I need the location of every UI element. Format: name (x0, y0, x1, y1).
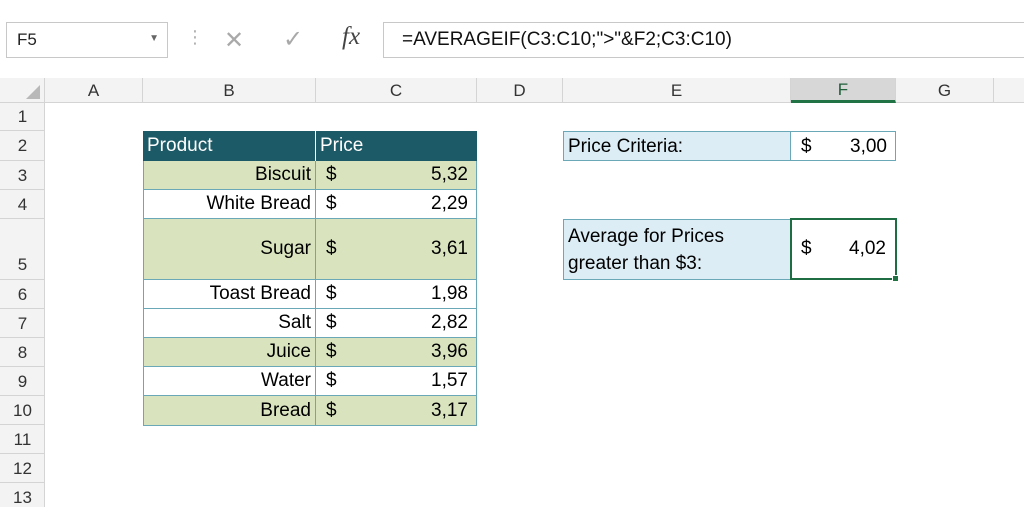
product-name: Bread (260, 400, 311, 421)
row-header-6[interactable]: 6 (0, 280, 45, 309)
price-cell[interactable]: $5,32 (316, 161, 477, 190)
currency-symbol: $ (326, 164, 337, 185)
price-criteria-cell[interactable]: $ 3,00 (790, 131, 896, 161)
cancel-icon[interactable]: ✕ (224, 26, 244, 55)
product-cell[interactable]: Juice (143, 338, 316, 367)
product-cell[interactable]: Toast Bread (143, 280, 316, 309)
formula-text: =AVERAGEIF(C3:C10;">"&F2;C3:C10) (402, 29, 732, 50)
currency-symbol: $ (326, 283, 337, 304)
price-value: 5,32 (431, 164, 468, 185)
product-name: Salt (278, 312, 311, 333)
column-header-a[interactable]: A (45, 78, 143, 103)
select-all-button[interactable] (0, 78, 45, 103)
price-cell[interactable]: $3,61 (316, 219, 477, 280)
column-header-g[interactable]: G (896, 78, 994, 103)
column-header-c[interactable]: C (316, 78, 477, 103)
column-headers: A B C D E F G (0, 78, 1024, 103)
product-name: Juice (266, 341, 311, 362)
product-name: Sugar (260, 238, 311, 259)
grip-icon: ⋮ (186, 27, 204, 47)
row-header-1[interactable]: 1 (0, 103, 45, 131)
price-cell[interactable]: $1,57 (316, 367, 477, 396)
price-value: 3,96 (431, 341, 468, 362)
table-header-product[interactable]: Product (143, 131, 316, 161)
price-value: 3,17 (431, 400, 468, 421)
product-cell[interactable]: Water (143, 367, 316, 396)
currency-symbol: $ (326, 370, 337, 391)
row-header-5[interactable]: 5 (0, 219, 45, 280)
product-name: Biscuit (255, 164, 311, 185)
product-name: White Bread (206, 193, 311, 214)
product-cell[interactable]: Bread (143, 396, 316, 426)
row-header-3[interactable]: 3 (0, 161, 45, 190)
currency-symbol: $ (326, 238, 337, 259)
currency-symbol: $ (326, 312, 337, 333)
name-box[interactable]: F5 ▼ (6, 22, 168, 58)
price-criteria-value: 3,00 (850, 136, 887, 157)
product-name: Water (261, 370, 311, 391)
formula-bar: F5 ▼ ⋮ ✕ ✓ fx =AVERAGEIF(C3:C10;">"&F2;C… (0, 0, 1024, 78)
price-cell[interactable]: $2,82 (316, 309, 477, 338)
currency-symbol: $ (801, 136, 812, 157)
enter-icon[interactable]: ✓ (283, 25, 303, 54)
currency-symbol: $ (326, 193, 337, 214)
function-icon[interactable]: fx (342, 23, 360, 51)
row-header-2[interactable]: 2 (0, 131, 45, 161)
row-header-8[interactable]: 8 (0, 338, 45, 367)
row-header-12[interactable]: 12 (0, 454, 45, 483)
product-cell[interactable]: Sugar (143, 219, 316, 280)
row-header-13[interactable]: 13 (0, 483, 45, 507)
row-header-7[interactable]: 7 (0, 309, 45, 338)
price-value: 2,29 (431, 193, 468, 214)
row-header-4[interactable]: 4 (0, 190, 45, 219)
row-header-11[interactable]: 11 (0, 425, 45, 454)
price-value: 1,98 (431, 283, 468, 304)
currency-symbol: $ (801, 238, 812, 259)
price-value: 2,82 (431, 312, 468, 333)
average-label-line1: Average for Prices (568, 226, 724, 247)
average-label-line2: greater than $3: (568, 253, 703, 274)
row-headers: 1 2 3 4 5 6 7 8 9 10 11 12 13 (0, 103, 45, 507)
average-result-cell[interactable]: $ 4,02 (790, 218, 897, 280)
column-header-b[interactable]: B (143, 78, 316, 103)
product-cell[interactable]: Biscuit (143, 161, 316, 190)
price-cell[interactable]: $3,17 (316, 396, 477, 426)
product-cell[interactable]: White Bread (143, 190, 316, 219)
average-result-value: 4,02 (849, 238, 886, 259)
caret-down-icon[interactable]: ▼ (149, 33, 159, 44)
price-value: 1,57 (431, 370, 468, 391)
fill-handle[interactable] (892, 275, 899, 282)
average-label[interactable]: Average for Prices greater than $3: (563, 219, 791, 280)
column-header-e[interactable]: E (563, 78, 791, 103)
row-header-10[interactable]: 10 (0, 396, 45, 425)
table-header-price[interactable]: Price (316, 131, 477, 161)
name-box-value: F5 (17, 30, 37, 49)
row-header-9[interactable]: 9 (0, 367, 45, 396)
column-header-f[interactable]: F (791, 78, 896, 103)
column-header-d[interactable]: D (477, 78, 563, 103)
price-cell[interactable]: $2,29 (316, 190, 477, 219)
product-name: Toast Bread (209, 283, 311, 304)
price-cell[interactable]: $3,96 (316, 338, 477, 367)
price-cell[interactable]: $1,98 (316, 280, 477, 309)
currency-symbol: $ (326, 400, 337, 421)
price-value: 3,61 (431, 238, 468, 259)
formula-input[interactable]: =AVERAGEIF(C3:C10;">"&F2;C3:C10) (383, 22, 1024, 58)
currency-symbol: $ (326, 341, 337, 362)
price-criteria-label[interactable]: Price Criteria: (563, 131, 791, 161)
product-cell[interactable]: Salt (143, 309, 316, 338)
